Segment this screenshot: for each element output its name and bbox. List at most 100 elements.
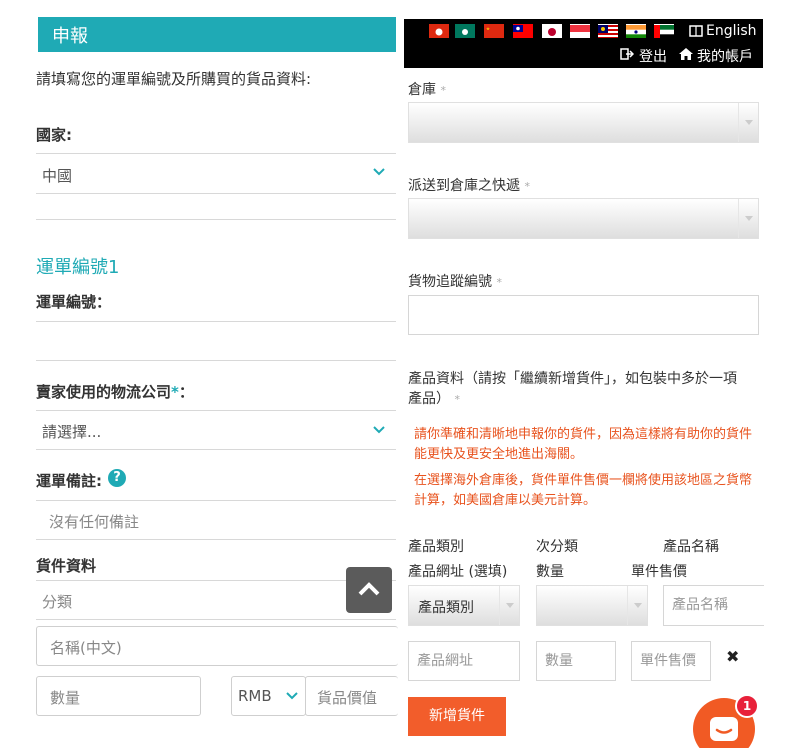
remove-icon[interactable]: ✖ — [726, 647, 739, 666]
tracking-label-text: 貨物追蹤編號 — [408, 274, 492, 290]
courier-label: 派送到倉庫之快遞 * — [408, 175, 530, 195]
instruction-text: 請填寫您的運單編號及所購買的貨品資料: — [36, 70, 312, 88]
question-icon[interactable]: ? — [108, 469, 126, 487]
chevron-down-icon — [745, 216, 753, 221]
warehouse-select[interactable] — [408, 102, 759, 143]
product-name-input[interactable]: 產品名稱 — [663, 585, 764, 626]
flag-macau-icon[interactable] — [455, 24, 475, 38]
column-header-quantity: 數量 — [536, 564, 564, 580]
top-bar: English 登出 我的帳戶 — [404, 19, 763, 68]
column-header-category: 產品類別 — [408, 539, 464, 555]
home-icon — [679, 48, 693, 60]
flag-taiwan-icon[interactable] — [513, 24, 533, 38]
column-header-unit-price: 單件售價 — [631, 564, 687, 580]
tracking-number-label: 貨物追蹤編號 * — [408, 271, 502, 291]
subcategory-select[interactable] — [536, 585, 648, 626]
unit-price-placeholder: 單件售價 — [640, 653, 696, 669]
remark-value: 沒有任何備註 — [49, 513, 140, 531]
product-url-input[interactable]: 產品網址 — [408, 641, 520, 681]
chevron-down-icon — [745, 120, 753, 125]
product-info-line2-wrap: 產品） * — [408, 389, 764, 410]
category-select[interactable]: 分類 — [36, 581, 396, 619]
select-arrow-area — [627, 586, 647, 625]
required-mark: * — [524, 180, 530, 193]
add-shipment-button[interactable]: 新增貨件 — [408, 697, 506, 736]
logout-label: 登出 — [639, 49, 667, 65]
flag-china-icon[interactable] — [484, 24, 504, 38]
product-info-line1: 產品資料（請按「繼續新增貨件」，如包裝中多於一項 — [408, 371, 737, 387]
remark-label: 運單備註: — [36, 472, 102, 490]
chevron-down-icon — [373, 168, 385, 176]
currency-select[interactable]: RMB — [231, 676, 306, 716]
courier-select[interactable] — [408, 198, 759, 239]
product-quantity-placeholder: 數量 — [545, 653, 573, 669]
flag-malaysia-icon[interactable] — [598, 24, 618, 38]
unit-price-input[interactable]: 單件售價 — [631, 641, 711, 681]
warehouse-label: 倉庫 * — [408, 79, 446, 99]
product-category-value: 產品類別 — [418, 600, 474, 616]
notice1-line2: 能更快及更安全地進出海關。 — [414, 447, 584, 462]
notice1-line1: 請你準確和清晰地申報你的貨件，因為這樣將有助你的貨件 — [414, 427, 753, 442]
logistics-select-value: 請選擇... — [42, 423, 102, 441]
notice2-line2: 計算，如美國倉庫以美元計算。 — [414, 493, 597, 508]
waybill-number-input[interactable] — [36, 322, 396, 360]
flag-singapore-icon[interactable] — [570, 24, 590, 38]
divider — [36, 219, 396, 220]
currency-value: RMB — [238, 687, 272, 705]
product-info-line2: 產品） — [408, 391, 450, 407]
quantity-placeholder: 數量 — [50, 689, 81, 707]
my-account-label: 我的帳戶 — [697, 49, 753, 65]
notice2-line1: 在選擇海外倉庫後，貨件單件售價一欄將使用該地區之貨幣 — [414, 473, 753, 488]
divider — [36, 539, 396, 540]
product-url-placeholder: 產品網址 — [417, 653, 473, 669]
remark-input[interactable]: 沒有任何備註 — [36, 501, 396, 539]
logistics-label-colon: ： — [178, 383, 194, 401]
waybill-number-label: 運單編號： — [36, 293, 112, 311]
flag-india-icon[interactable] — [626, 24, 646, 38]
divider — [36, 360, 396, 361]
tracking-number-input[interactable] — [408, 295, 759, 335]
select-arrow-area — [738, 103, 758, 142]
logistics-label-text: 賣家使用的物流公司 — [36, 383, 172, 401]
chevron-down-icon — [634, 603, 642, 608]
country-select[interactable]: 中國 — [36, 155, 396, 193]
chat-icon — [710, 717, 738, 741]
required-mark: * — [496, 276, 502, 289]
divider — [36, 619, 396, 620]
divider — [36, 153, 396, 154]
quantity-input[interactable]: 數量 — [36, 676, 201, 716]
waybill-title: 運單編號1 — [36, 257, 120, 278]
required-mark: * — [454, 393, 460, 406]
notice-accurate-declaration: 請你準確和清晰地申報你的貨件，因為這樣將有助你的貨件 能更快及更安全地進出海關。 — [414, 425, 764, 465]
divider — [36, 193, 396, 194]
country-label: 國家: — [36, 126, 72, 144]
product-info-label: 產品資料（請按「繼續新增貨件」，如包裝中多於一項 產品） * — [408, 369, 764, 410]
product-category-select[interactable]: 產品類別 — [408, 585, 520, 626]
book-icon — [689, 25, 703, 37]
select-arrow-area — [738, 199, 758, 238]
name-placeholder: 名稱(中文) — [50, 639, 122, 657]
product-name-chinese-input[interactable]: 名稱(中文) — [36, 626, 398, 666]
country-select-value: 中國 — [42, 167, 73, 185]
product-quantity-input[interactable]: 數量 — [536, 641, 616, 681]
column-header-url: 產品網址 (選填) — [408, 564, 508, 580]
logistics-company-label: 賣家使用的物流公司*： — [36, 381, 194, 402]
notification-badge: 1 — [735, 694, 759, 718]
required-mark: * — [440, 84, 446, 97]
chevron-down-icon — [286, 692, 298, 700]
goods-value-input[interactable]: 貨品價值 — [305, 676, 398, 716]
chevron-up-icon — [358, 582, 380, 596]
scroll-to-top-button[interactable] — [346, 567, 392, 613]
chevron-down-icon — [506, 603, 514, 608]
language-label: English — [706, 23, 757, 39]
declaration-header: 申報 — [38, 17, 396, 52]
flag-uae-icon[interactable] — [654, 24, 674, 38]
flag-japan-icon[interactable] — [542, 24, 562, 38]
logout-icon — [620, 48, 634, 60]
flag-hong-kong-icon[interactable] — [429, 24, 449, 38]
divider — [36, 449, 396, 450]
column-header-subcategory: 次分類 — [536, 539, 578, 555]
warehouse-label-text: 倉庫 — [408, 82, 436, 98]
select-arrow-area — [499, 586, 519, 625]
logistics-company-select[interactable]: 請選擇... — [36, 411, 396, 449]
